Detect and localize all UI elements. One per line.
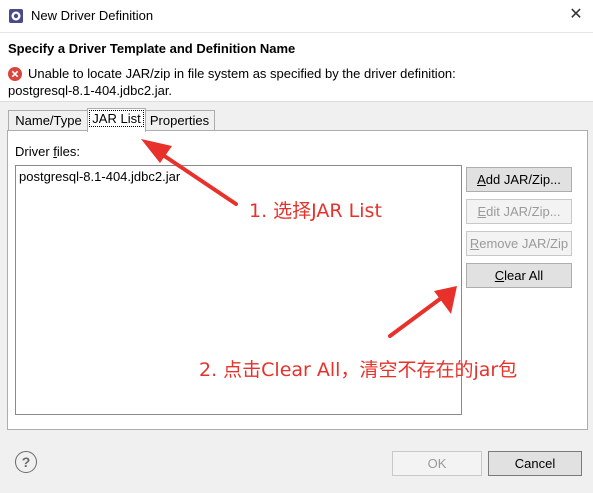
- clear-all-button[interactable]: Clear All: [466, 263, 572, 288]
- error-message-line1: Unable to locate JAR/zip in file system …: [28, 66, 456, 81]
- error-icon: [8, 67, 22, 81]
- add-jar-button[interactable]: Add JAR/Zip...: [466, 167, 572, 192]
- help-icon[interactable]: ?: [15, 451, 37, 473]
- tab-label: Properties: [149, 113, 210, 128]
- error-message-line2: postgresql-8.1-404.jdbc2.jar.: [8, 83, 173, 98]
- edit-jar-button[interactable]: Edit JAR/Zip...: [466, 199, 572, 224]
- ok-button[interactable]: OK: [392, 451, 482, 476]
- list-item[interactable]: postgresql-8.1-404.jdbc2.jar: [19, 169, 180, 184]
- annotation-step1: 1. 选择JAR List: [249, 200, 382, 222]
- tab-label: Name/Type: [15, 113, 82, 128]
- cancel-button[interactable]: Cancel: [488, 451, 582, 476]
- remove-jar-button[interactable]: Remove JAR/Zip: [466, 231, 572, 256]
- close-icon[interactable]: ✕: [564, 3, 588, 27]
- annotation-step2: 2. 点击Clear All，清空不存在的jar包: [199, 359, 518, 381]
- tab-label: JAR List: [89, 110, 144, 127]
- window-title: New Driver Definition: [31, 8, 154, 23]
- tab-properties[interactable]: Properties: [144, 110, 215, 131]
- page-title: Specify a Driver Template and Definition…: [8, 41, 296, 56]
- tab-name-type[interactable]: Name/Type: [8, 110, 89, 131]
- tab-jar-list[interactable]: JAR List: [87, 108, 146, 132]
- driver-files-label: Driver files:: [15, 144, 81, 159]
- app-icon: [9, 9, 23, 23]
